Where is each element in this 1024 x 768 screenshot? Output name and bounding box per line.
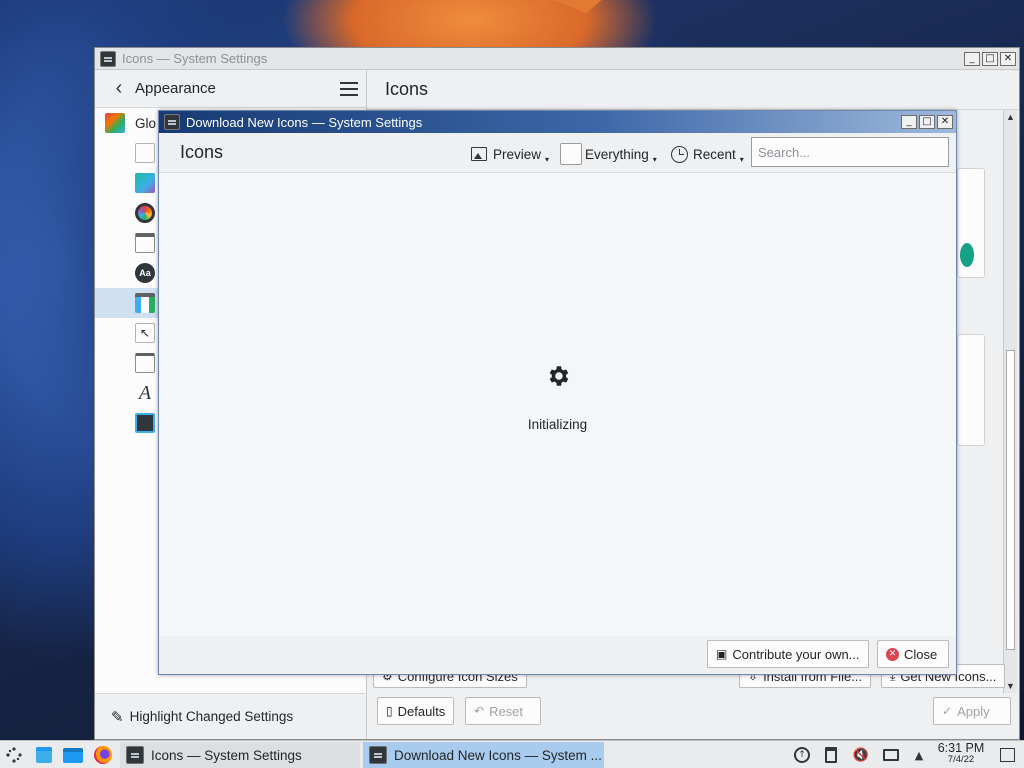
minimize-button[interactable]: _ (964, 51, 980, 66)
taskbar: Icons — System Settings Download New Ico… (0, 740, 1024, 768)
dropdown-caret-icon: ▾ (739, 154, 744, 164)
search-input[interactable] (751, 137, 949, 167)
launch-feedback-icon (135, 353, 155, 373)
hamburger-menu-icon[interactable] (340, 81, 358, 96)
settings-app-icon (126, 746, 144, 764)
preview-view-dropdown[interactable]: Preview ▾ (471, 142, 549, 166)
network-icon[interactable] (882, 746, 900, 764)
maximize-button[interactable]: □ (919, 115, 935, 129)
document-icon: ▯ (386, 704, 393, 718)
defaults-button[interactable]: ▯ Defaults (377, 697, 455, 725)
close-dialog-button[interactable]: ✕ Close (877, 640, 949, 668)
gear-icon (549, 366, 569, 386)
close-window-button[interactable]: ✕ (937, 115, 953, 129)
icon-theme-card[interactable] (957, 334, 985, 446)
theme-preview-icon (960, 243, 974, 267)
clock-time: 6:31 PM (937, 741, 985, 755)
close-window-button[interactable]: ✕ (1000, 51, 1016, 66)
undo-icon: ↶ (474, 704, 485, 718)
contribute-image-icon: ▣ (716, 647, 728, 661)
updates-icon[interactable]: ↑ (793, 746, 811, 764)
show-hidden-icons-arrow-icon[interactable]: ▲ (910, 746, 928, 764)
sidebar-header: ‹ Appearance (95, 70, 366, 108)
login-screen-icon (135, 413, 155, 433)
pencil-icon: ✎ (111, 708, 124, 726)
dialog-toolbar: Icons Preview ▾ Everything ▾ Recent ▾ (159, 133, 956, 173)
digital-clock[interactable]: 6:31 PM 7/4/22 (930, 742, 992, 766)
minimize-button[interactable]: _ (901, 115, 917, 129)
file-manager-icon[interactable] (63, 745, 83, 765)
font-a-icon: A (138, 382, 152, 404)
window-decoration-icon (135, 233, 155, 253)
brush-icon (135, 143, 155, 163)
sidebar-section-title: Appearance (135, 80, 216, 97)
dialog-title: Download New Icons — System Settings (186, 114, 423, 130)
close-icon: ✕ (886, 647, 899, 661)
firefox-icon[interactable] (93, 745, 113, 765)
global-theme-icon (105, 113, 125, 133)
contribute-your-own-button[interactable]: ▣ Contribute your own... (707, 640, 869, 668)
discover-store-icon[interactable] (34, 745, 54, 765)
dialog-titlebar[interactable]: Download New Icons — System Settings _ □… (159, 111, 956, 133)
color-wheel-icon (135, 203, 155, 223)
task-download-new-icons[interactable]: Download New Icons — System ... (363, 742, 604, 768)
dialog-content-area: Initializing (159, 173, 956, 636)
clipboard-icon[interactable] (822, 746, 840, 764)
icon-theme-card[interactable] (957, 168, 985, 278)
dropdown-caret-icon: ▾ (545, 154, 550, 164)
main-titlebar[interactable]: Icons — System Settings _ □ ✕ (95, 48, 1019, 70)
settings-app-icon (164, 114, 180, 130)
reset-button[interactable]: ↶ Reset (465, 697, 541, 725)
check-icon: ✓ (942, 704, 953, 718)
highlight-changed-label: Highlight Changed Settings (129, 709, 294, 724)
back-arrow-icon[interactable]: ‹ (105, 75, 133, 103)
dialog-heading: Icons (180, 142, 224, 162)
icons-grid-icon (135, 293, 155, 313)
loading-status: Initializing (527, 417, 588, 432)
maximize-button[interactable]: □ (982, 51, 998, 66)
everything-checkbox[interactable] (560, 143, 582, 165)
scroll-up-icon[interactable]: ▲ (1004, 110, 1017, 124)
volume-muted-icon[interactable]: 🔇 (852, 746, 870, 764)
application-style-icon (135, 173, 155, 193)
content-header: Icons (367, 70, 1019, 110)
scroll-down-icon[interactable]: ▼ (1004, 679, 1017, 693)
image-preview-icon (471, 147, 487, 161)
task-system-settings[interactable]: Icons — System Settings (120, 742, 360, 768)
show-desktop-icon[interactable] (998, 746, 1016, 764)
apply-button[interactable]: ✓ Apply (933, 697, 1011, 725)
dropdown-caret-icon: ▾ (652, 154, 657, 164)
dialog-footer: ▣ Contribute your own... ✕ Close (159, 636, 956, 674)
clock-date: 7/4/22 (947, 754, 975, 765)
main-window-title: Icons — System Settings (122, 51, 268, 66)
highlight-changed-settings-button[interactable]: ✎ Highlight Changed Settings (95, 693, 366, 739)
cursor-icon: ↖ (135, 323, 155, 343)
settings-app-icon (100, 50, 116, 67)
sidebar-item-label: Glo (135, 115, 157, 131)
font-aa-icon: Aa (135, 263, 155, 283)
clock-icon (671, 145, 688, 163)
content-scrollbar[interactable]: ▲ ▼ (1003, 110, 1017, 693)
page-title: Icons (385, 79, 429, 99)
settings-app-icon (369, 746, 387, 764)
category-filter-dropdown[interactable]: Everything ▾ (560, 142, 657, 166)
sort-order-dropdown[interactable]: Recent ▾ (671, 142, 744, 166)
scrollbar-thumb[interactable] (1006, 350, 1015, 650)
download-new-icons-dialog: Download New Icons — System Settings _ □… (158, 110, 957, 675)
application-launcher-icon[interactable] (4, 745, 24, 765)
